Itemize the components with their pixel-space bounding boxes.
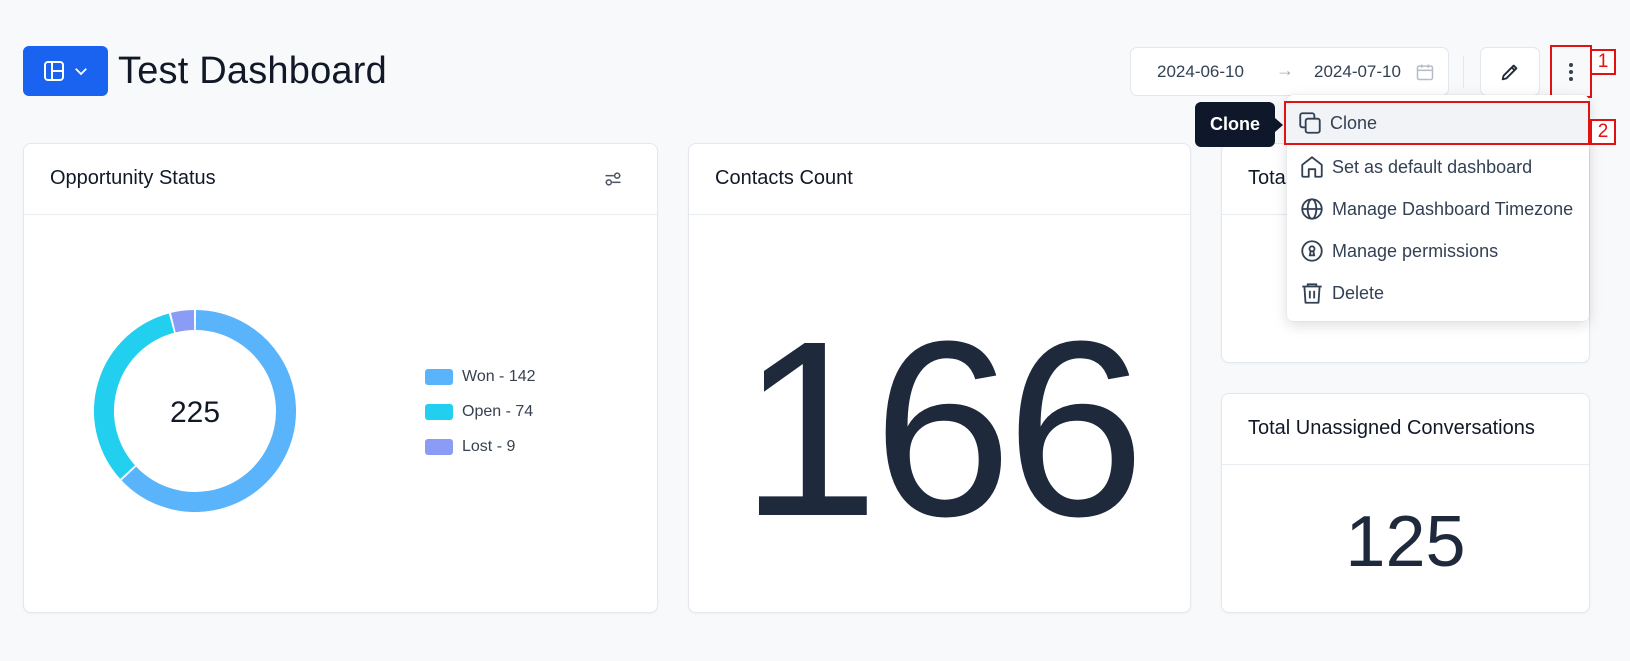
- menu-item-delete[interactable]: Delete: [1287, 272, 1589, 314]
- donut-slice-lost[interactable]: [170, 310, 195, 333]
- dashboard-options-menu: Clone Set as default dashboard Manage Da…: [1284, 95, 1590, 321]
- legend-label: Won - 142: [462, 368, 536, 385]
- legend-swatch: [425, 439, 453, 455]
- menu-item-label: Delete: [1332, 283, 1385, 303]
- home-icon: [1301, 156, 1323, 178]
- tooltip-arrow: [1275, 118, 1283, 132]
- card-title: Tota: [1248, 167, 1286, 189]
- pencil-icon: [1501, 64, 1518, 80]
- annotation-marker-1: 1: [1590, 49, 1616, 75]
- arrow-right-icon: →: [1276, 60, 1294, 80]
- date-end[interactable]: 2024-07-10: [1314, 62, 1401, 82]
- card-header: Contacts Count: [689, 144, 1190, 215]
- copy-icon: [1299, 112, 1321, 134]
- menu-item-label: Clone: [1330, 113, 1378, 133]
- chevron-down-icon: [74, 68, 87, 76]
- contacts-count-card: Contacts Count 166: [688, 143, 1191, 613]
- globe-icon: [1301, 198, 1323, 220]
- card-header: Opportunity Status: [24, 144, 657, 215]
- menu-item-set-default[interactable]: Set as default dashboard: [1287, 146, 1589, 188]
- card-title: Total Unassigned Conversations: [1248, 417, 1535, 439]
- header-divider: [1463, 56, 1464, 88]
- donut-center-total: 225: [170, 396, 220, 429]
- clone-tooltip: Clone: [1195, 102, 1275, 147]
- opportunity-donut-chart: 225: [94, 310, 296, 512]
- menu-item-label: Set as default dashboard: [1332, 157, 1533, 177]
- chart-legend: Won - 142 Open - 74 Lost - 9: [425, 368, 536, 473]
- legend-label: Lost - 9: [462, 438, 516, 455]
- date-range-picker[interactable]: 2024-06-10 → 2024-07-10: [1130, 47, 1449, 96]
- page-title: Test Dashboard: [118, 50, 387, 92]
- trash-icon: [1302, 283, 1322, 304]
- edit-dashboard-button[interactable]: [1480, 47, 1540, 96]
- menu-item-clone[interactable]: Clone: [1284, 101, 1590, 145]
- more-vertical-icon: [1569, 62, 1573, 81]
- menu-item-label: Manage permissions: [1332, 241, 1499, 261]
- card-title: Contacts Count: [715, 167, 853, 189]
- legend-item-won[interactable]: Won - 142: [425, 368, 536, 403]
- legend-item-lost[interactable]: Lost - 9: [425, 438, 536, 473]
- contacts-count-value: 166: [739, 289, 1145, 568]
- annotation-marker-2: 2: [1590, 119, 1616, 145]
- card-header: Total Unassigned Conversations: [1222, 394, 1589, 465]
- legend-swatch: [425, 369, 453, 385]
- keyhole-icon: [1301, 240, 1323, 262]
- menu-item-manage-timezone[interactable]: Manage Dashboard Timezone: [1287, 188, 1589, 230]
- date-start[interactable]: 2024-06-10: [1157, 62, 1244, 82]
- menu-item-manage-permissions[interactable]: Manage permissions: [1287, 230, 1589, 272]
- legend-label: Open - 74: [462, 403, 534, 420]
- menu-item-label: Manage Dashboard Timezone: [1332, 199, 1574, 219]
- filter-settings-icon[interactable]: [603, 169, 623, 189]
- calendar-icon: [1416, 64, 1434, 81]
- opportunity-status-card: Opportunity Status 225: [23, 143, 658, 613]
- unassigned-conversations-card: Total Unassigned Conversations 125: [1221, 393, 1590, 613]
- donut-slice-open[interactable]: [94, 313, 175, 479]
- legend-swatch: [425, 404, 453, 420]
- more-options-button[interactable]: [1550, 45, 1592, 98]
- card-title: Opportunity Status: [50, 167, 216, 189]
- dashboard-switcher-button[interactable]: [23, 46, 108, 96]
- layout-icon: [43, 61, 64, 81]
- legend-item-open[interactable]: Open - 74: [425, 403, 536, 438]
- unassigned-conversations-value: 125: [1345, 502, 1466, 582]
